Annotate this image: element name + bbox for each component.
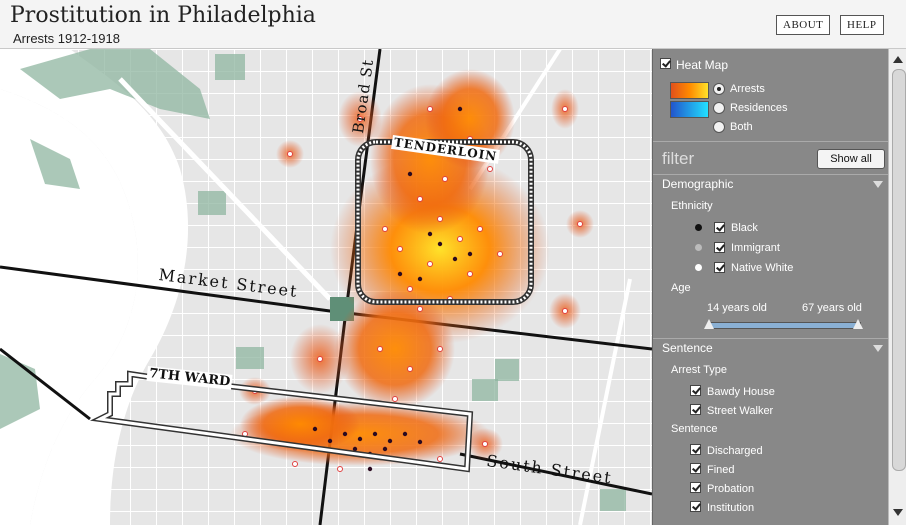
ethnicity-title: Ethnicity: [671, 200, 713, 212]
ethnicity-black-label: Black: [731, 222, 758, 234]
street-walker-checkbox[interactable]: [690, 404, 701, 415]
filter-title: filter: [662, 149, 695, 168]
age-min-label: 14 years old: [707, 302, 767, 314]
arrests-legend-swatch: [670, 82, 709, 99]
control-panel: Heat Map Arrests Residences Both filter …: [652, 49, 889, 525]
age-range-track[interactable]: [709, 322, 861, 329]
panel-scrollbar[interactable]: [888, 49, 906, 525]
option-both: Both: [730, 121, 753, 133]
collapse-triangle-icon: [873, 181, 883, 188]
option-residences: Residences: [730, 102, 788, 114]
radio-both[interactable]: [713, 121, 725, 133]
collapse-triangle-icon: [873, 345, 883, 352]
institution-label: Institution: [707, 502, 755, 514]
map-canvas[interactable]: [0, 49, 652, 525]
radio-residences[interactable]: [713, 102, 725, 114]
age-title: Age: [671, 282, 691, 294]
demographic-section-header[interactable]: Demographic: [653, 174, 889, 193]
arrest-type-title: Arrest Type: [671, 364, 728, 376]
age-max-label: 67 years old: [802, 302, 862, 314]
age-min-handle[interactable]: [704, 319, 714, 329]
help-button[interactable]: HELP: [840, 15, 884, 35]
residences-legend-swatch: [670, 101, 709, 118]
institution-checkbox[interactable]: [690, 501, 701, 512]
option-arrests: Arrests: [730, 83, 765, 95]
map-view[interactable]: RIVER Broad St Market Street South Stree…: [0, 49, 652, 525]
sentence-section-title: Sentence: [662, 341, 713, 355]
black-checkbox[interactable]: [714, 222, 725, 233]
page-title: Prostitution in Philadelphia: [10, 3, 316, 28]
sentence-section-header[interactable]: Sentence: [653, 338, 889, 357]
immigrant-dot-icon: [695, 244, 702, 251]
divider: [653, 141, 889, 142]
demographic-title: Demographic: [662, 177, 734, 191]
about-button[interactable]: ABOUT: [776, 15, 831, 35]
scroll-down-arrow-icon[interactable]: [893, 509, 903, 516]
scroll-thumb[interactable]: [892, 69, 906, 471]
app-header: Prostitution in Philadelphia Arrests 191…: [0, 0, 906, 49]
heatmap-label: Heat Map: [676, 58, 729, 72]
page-subtitle: Arrests 1912-1918: [13, 31, 120, 46]
probation-checkbox[interactable]: [690, 482, 701, 493]
ethnicity-native-white-label: Native White: [731, 262, 794, 274]
probation-label: Probation: [707, 483, 755, 495]
native-white-dot-icon: [695, 264, 702, 271]
bawdy-house-label: Bawdy House: [707, 386, 775, 398]
discharged-label: Discharged: [707, 445, 763, 457]
show-all-button[interactable]: Show all: [817, 149, 885, 169]
sentence-title: Sentence: [671, 423, 718, 435]
discharged-checkbox[interactable]: [690, 444, 701, 455]
radio-arrests[interactable]: [713, 83, 725, 95]
ethnicity-immigrant-label: Immigrant: [731, 242, 780, 254]
black-dot-icon: [695, 224, 702, 231]
bawdy-house-checkbox[interactable]: [690, 385, 701, 396]
native-white-checkbox[interactable]: [714, 262, 725, 273]
immigrant-checkbox[interactable]: [714, 242, 725, 253]
heatmap-checkbox[interactable]: [660, 58, 671, 69]
scroll-up-arrow-icon[interactable]: [893, 56, 903, 63]
fined-label: Fined: [707, 464, 735, 476]
street-walker-label: Street Walker: [707, 405, 774, 417]
fined-checkbox[interactable]: [690, 463, 701, 474]
age-max-handle[interactable]: [853, 319, 863, 329]
